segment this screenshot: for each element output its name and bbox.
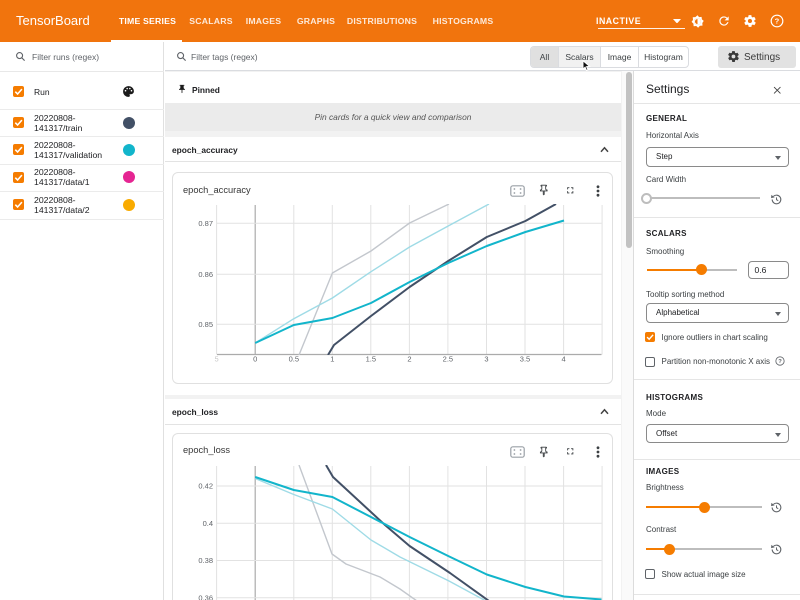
svg-text:?: ?	[778, 359, 782, 365]
svg-text:?: ?	[774, 17, 779, 26]
